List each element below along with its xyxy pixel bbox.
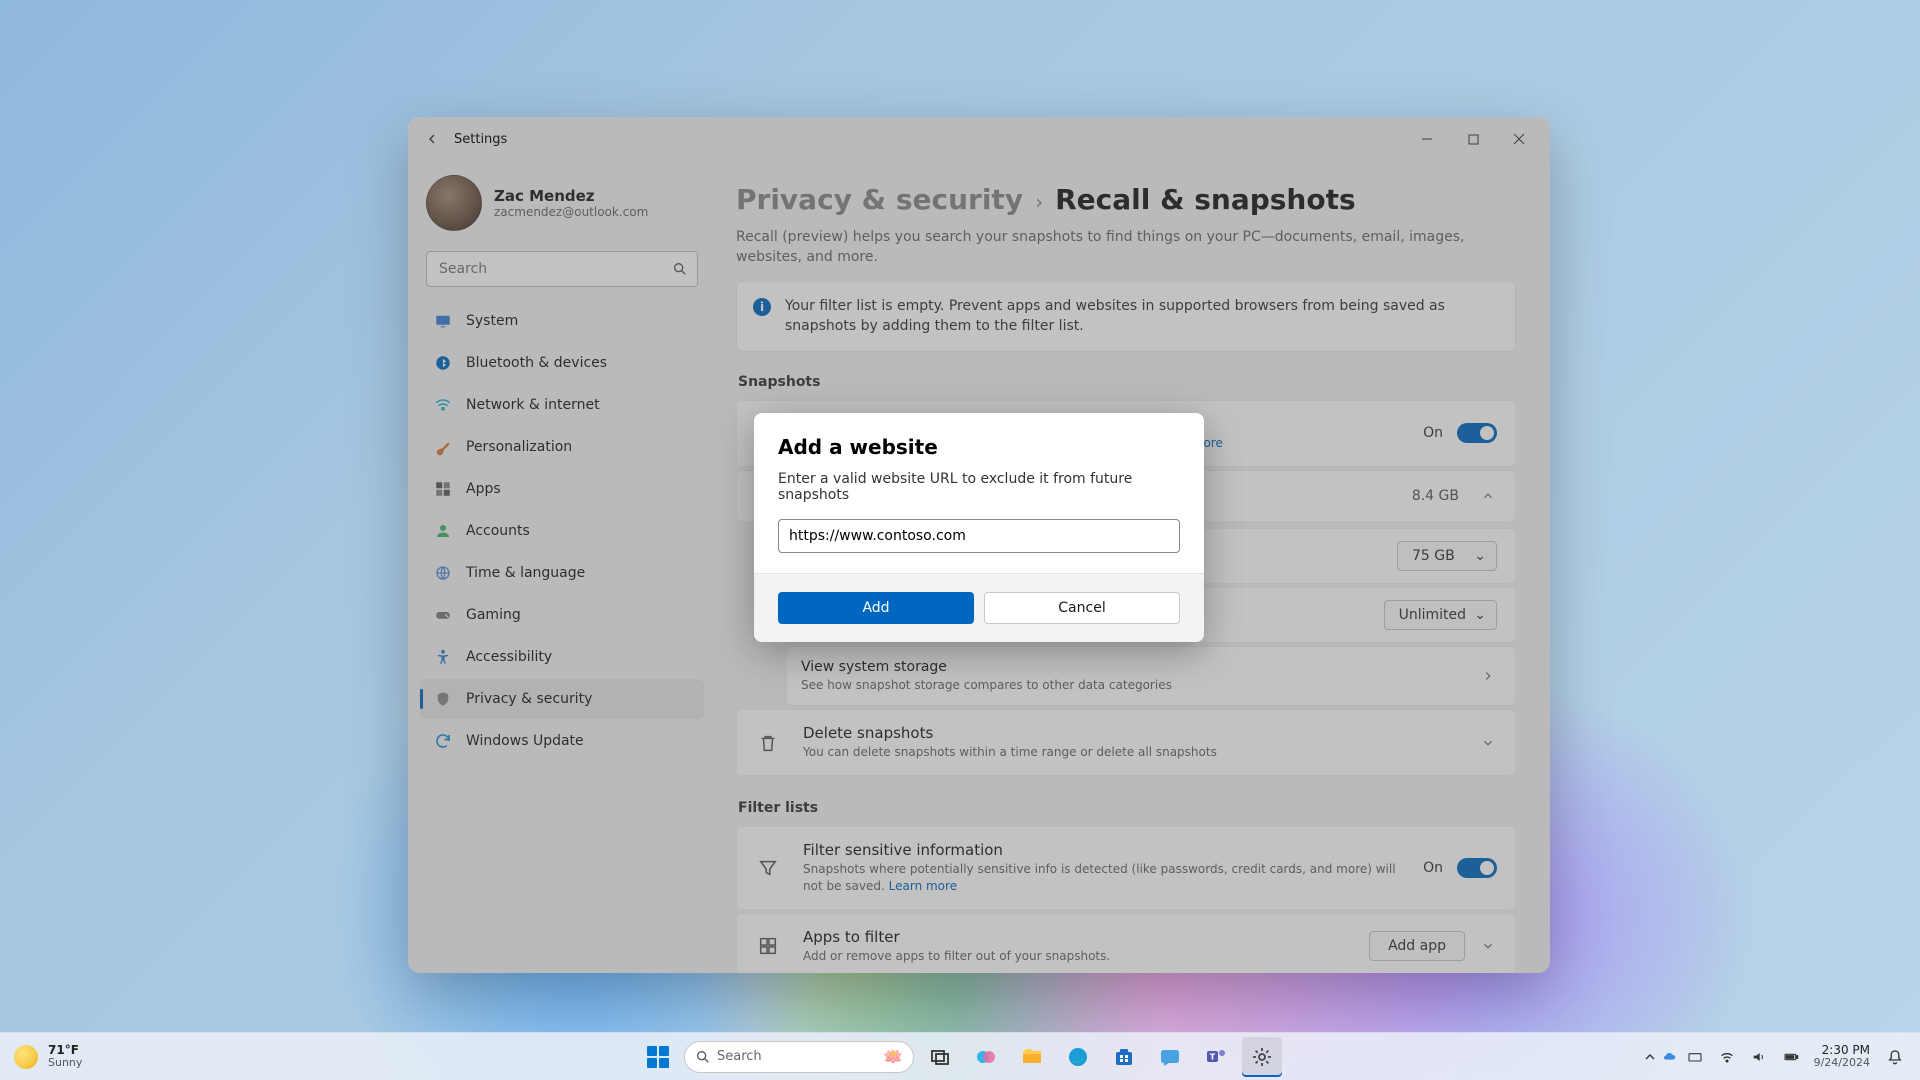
tray-chevron[interactable] <box>1642 1049 1658 1065</box>
onedrive-icon[interactable] <box>1662 1049 1678 1065</box>
wifi-tray-icon <box>1714 1044 1740 1070</box>
teams-button[interactable]: T <box>1196 1037 1236 1077</box>
edge-button[interactable] <box>1058 1037 1098 1077</box>
system-tray[interactable] <box>1682 1044 1804 1070</box>
taskbar-center: Search 🪷 T <box>638 1037 1282 1077</box>
taskbar-search[interactable]: Search 🪷 <box>684 1041 914 1073</box>
keyboard-lang-icon <box>1682 1044 1708 1070</box>
search-highlight-icon: 🪷 <box>883 1047 903 1066</box>
search-icon <box>695 1049 711 1065</box>
add-website-dialog: Add a website Enter a valid website URL … <box>754 413 1204 642</box>
dialog-title: Add a website <box>778 435 1180 459</box>
task-view-button[interactable] <box>920 1037 960 1077</box>
weather-widget[interactable]: 71°F Sunny <box>0 1044 82 1069</box>
settings-taskbar-button[interactable] <box>1242 1037 1282 1077</box>
volume-icon <box>1746 1044 1772 1070</box>
copilot-chat-button[interactable] <box>1150 1037 1190 1077</box>
dialog-description: Enter a valid website URL to exclude it … <box>778 471 1180 503</box>
weather-cond: Sunny <box>48 1057 82 1069</box>
search-placeholder: Search <box>717 1049 762 1064</box>
taskbar: 71°F Sunny Search 🪷 T <box>0 1032 1920 1080</box>
windows-icon <box>647 1046 669 1068</box>
add-button[interactable]: Add <box>778 592 974 624</box>
store-button[interactable] <box>1104 1037 1144 1077</box>
start-button[interactable] <box>638 1037 678 1077</box>
sun-icon <box>14 1045 38 1069</box>
battery-icon <box>1778 1044 1804 1070</box>
cancel-button[interactable]: Cancel <box>984 592 1180 624</box>
website-url-input[interactable] <box>778 519 1180 553</box>
settings-window: Settings Zac Mendez zacmendez@outlook.co… <box>408 117 1550 973</box>
taskbar-right: 2:30 PM 9/24/2024 <box>1642 1042 1920 1072</box>
modal-overlay[interactable]: Add a website Enter a valid website URL … <box>408 117 1550 973</box>
clock-date: 9/24/2024 <box>1814 1057 1870 1069</box>
clock[interactable]: 2:30 PM 9/24/2024 <box>1808 1044 1876 1069</box>
explorer-button[interactable] <box>1012 1037 1052 1077</box>
notifications-button[interactable] <box>1880 1042 1910 1072</box>
svg-text:T: T <box>1210 1052 1216 1061</box>
copilot-button[interactable] <box>966 1037 1006 1077</box>
